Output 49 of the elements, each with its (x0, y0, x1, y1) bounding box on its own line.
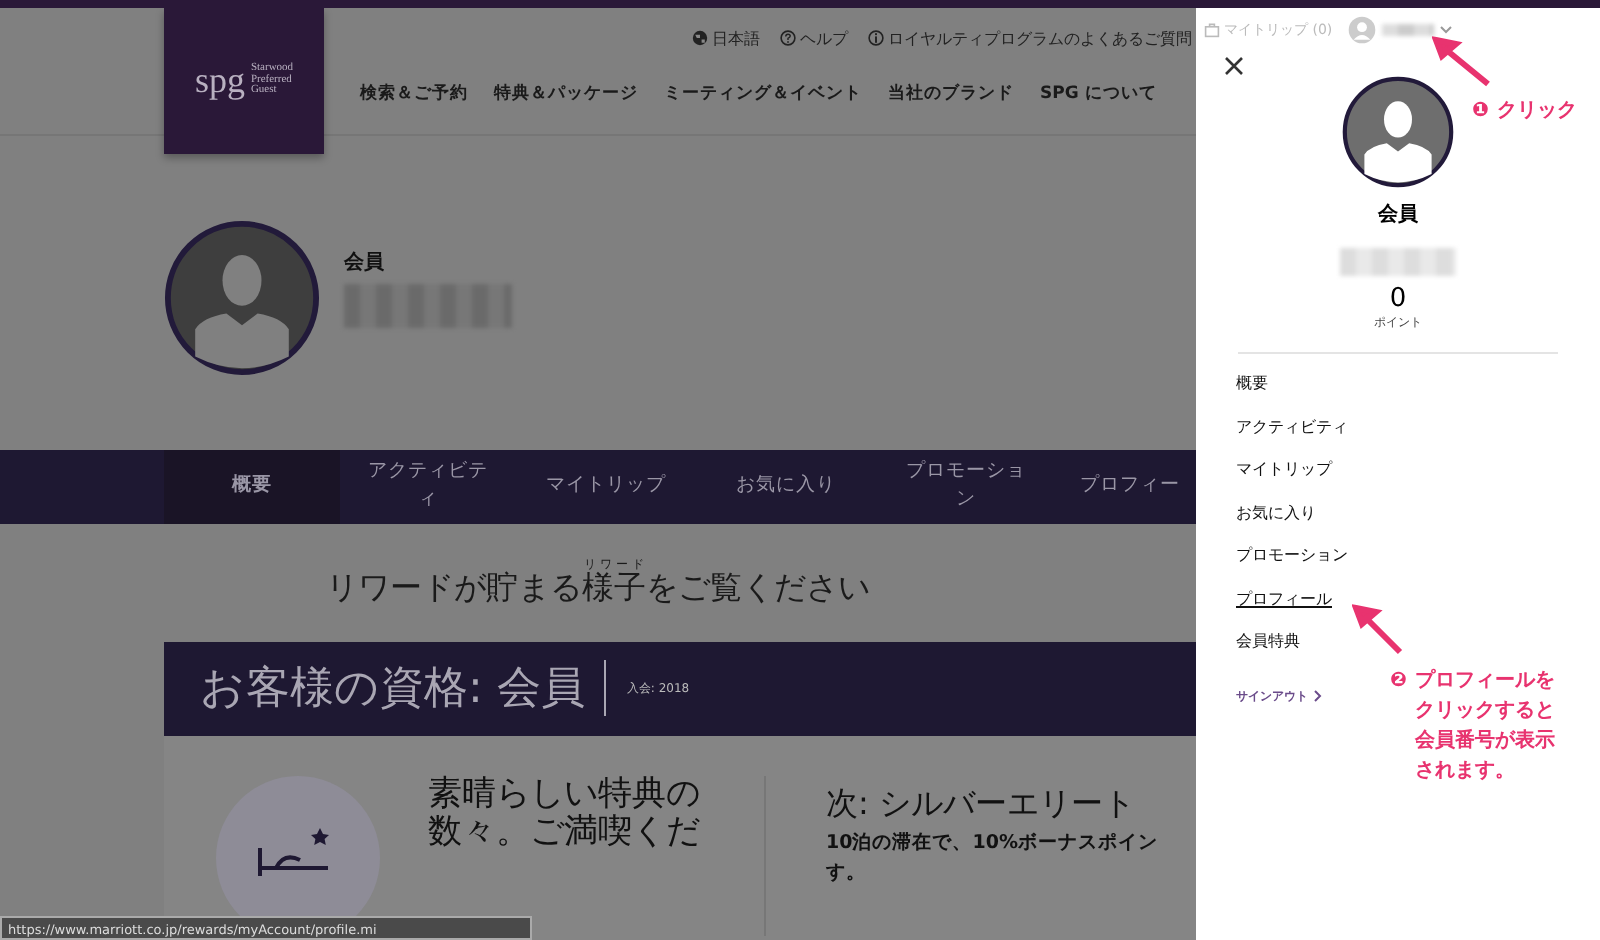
help-icon (780, 30, 796, 46)
blurred-name (1340, 248, 1456, 276)
account-tab[interactable]: プロフィー (1056, 449, 1196, 524)
info-icon (868, 30, 884, 46)
drawer-menu-item[interactable]: プロフィール (1236, 577, 1332, 620)
account-tab[interactable]: お気に入り (696, 449, 876, 524)
pointer-arrow (1432, 36, 1492, 88)
user-icon (1348, 16, 1377, 44)
status-title: お客様の資格: 会員 (200, 662, 585, 719)
account-tab[interactable]: プロモーション (876, 449, 1056, 524)
bag-icon (1204, 22, 1220, 38)
blurred-name (1382, 24, 1435, 36)
close-button[interactable] (1224, 52, 1244, 76)
points-value: 0 (1389, 284, 1407, 314)
chevron-icon (1314, 690, 1322, 702)
drawer-menu-item[interactable]: 概要 (1236, 362, 1268, 405)
annotation-number: ❶ (1472, 98, 1489, 126)
account-tab[interactable]: マイトリップ (516, 449, 696, 524)
avatar-silhouette (1342, 76, 1454, 188)
account-menu-button[interactable] (1348, 16, 1453, 44)
nav-link[interactable]: 当社のブランド (888, 82, 1014, 106)
account-tab[interactable]: 概要 (164, 449, 340, 524)
member-tier-label: 会員 (1378, 201, 1418, 228)
next-tier-title: 次: シルバーエリート (826, 784, 1137, 826)
utility-link[interactable]: 日本語 (692, 27, 760, 49)
nav-link[interactable]: SPG について (1040, 82, 1157, 106)
nav-link[interactable]: 検索＆ご予約 (360, 82, 468, 106)
nav-link[interactable]: ミーティング＆イベント (664, 82, 862, 106)
nav-link[interactable]: 特典＆パッケージ (494, 82, 638, 106)
next-tier-text: す。 (826, 860, 868, 886)
next-tier-text: 10泊の滞在で、10%ボーナスポイン (826, 830, 1158, 856)
utility-link[interactable]: ロイヤルティプログラムのよくあるご質問 (868, 27, 1192, 49)
caret-icon (1440, 26, 1453, 34)
utility-link[interactable]: ヘルプ (780, 27, 848, 49)
drawer-menu-item[interactable]: プロモーション (1236, 534, 1348, 577)
globe-icon (692, 30, 708, 46)
member-tier-label: 会員 (344, 249, 386, 276)
benefits-text: 素晴らしい特典の数々。ご満喫くだ (428, 776, 702, 856)
account-tab[interactable]: アクティビティ (340, 449, 516, 524)
close-icon (1224, 56, 1244, 76)
drawer-menu-item[interactable]: マイトリップ (1236, 448, 1332, 491)
pointer-arrow (1352, 604, 1404, 656)
drawer-menu-item[interactable]: 会員特典 (1236, 620, 1300, 663)
annotation-text: クリック (1496, 98, 1577, 126)
annotation-number: ❷ (1390, 668, 1407, 696)
drawer-menu-item[interactable]: お気に入り (1236, 491, 1316, 534)
annotation-text: プロフィールをクリックすると会員番号が表示されます。 (1414, 666, 1557, 786)
logo-mark: spg (194, 60, 245, 102)
drawer-menu-item[interactable]: アクティビティ (1236, 405, 1348, 448)
